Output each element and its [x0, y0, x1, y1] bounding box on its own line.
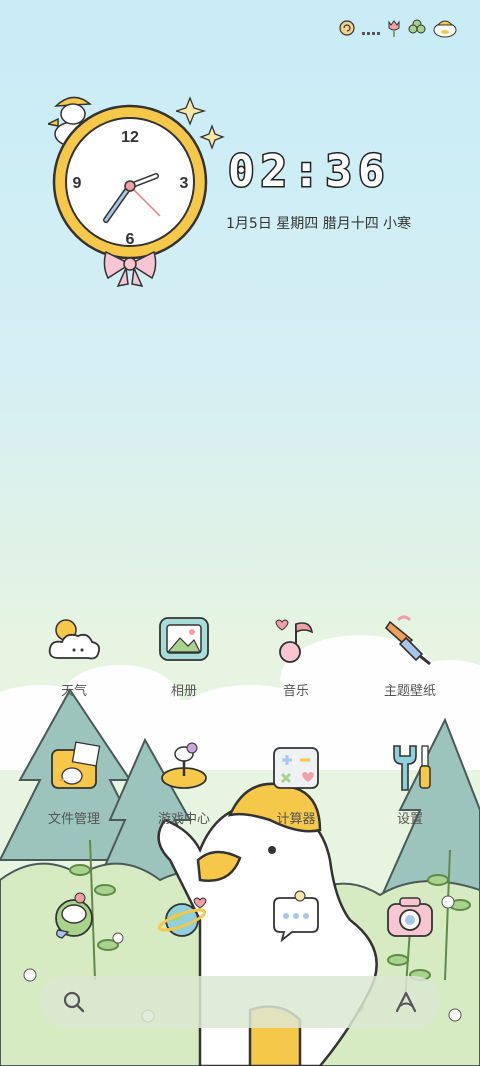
dock-phone[interactable]: [26, 888, 122, 948]
messages-bubble-icon: [273, 890, 319, 943]
app-game-center[interactable]: 游戏中心: [136, 738, 232, 827]
clover-icon: [408, 19, 426, 41]
app-music[interactable]: 音乐: [248, 610, 344, 699]
app-label: 设置: [396, 812, 423, 827]
assistant-icon[interactable]: [394, 990, 418, 1014]
sparkle-icon: [176, 96, 225, 150]
search-icon[interactable]: [62, 990, 86, 1014]
dock-browser[interactable]: [136, 888, 232, 948]
clock-numeral-3: 3: [180, 175, 189, 192]
clock-numeral-6: 6: [126, 231, 135, 248]
settings-tools-icon: [393, 745, 431, 791]
duck-face-icon: [432, 18, 458, 42]
clock-numeral-9: 9: [73, 175, 82, 192]
tulip-icon: [386, 19, 402, 41]
browser-planet-icon: [157, 897, 207, 937]
phone-duck-icon: [55, 892, 93, 939]
photo-album-icon: [159, 617, 209, 661]
app-files[interactable]: 文件管理: [26, 738, 122, 827]
date-text: 1月5日 星期四 腊月十四 小寒: [226, 216, 412, 232]
clock-numeral-12: 12: [121, 129, 139, 146]
game-joystick-icon: [161, 742, 207, 789]
app-calculator[interactable]: 计算器: [248, 738, 344, 827]
app-label: 游戏中心: [157, 812, 210, 827]
music-note-icon: [275, 619, 314, 663]
app-label: 音乐: [282, 684, 309, 699]
app-label: 主题壁纸: [383, 684, 436, 699]
app-label: 文件管理: [47, 812, 100, 827]
weather-cloud-sun-icon: [48, 619, 101, 660]
paint-brush-icon: [384, 615, 431, 666]
signal-dots-icon: [362, 21, 380, 40]
app-gallery[interactable]: 相册: [136, 610, 232, 699]
app-label: 相册: [170, 684, 197, 699]
swirl-icon: [338, 19, 356, 41]
app-label: 天气: [60, 684, 87, 699]
digital-time[interactable]: 02:36: [226, 145, 390, 199]
camera-icon: [387, 897, 433, 937]
calculator-icon: [273, 747, 319, 789]
dock-camera[interactable]: [362, 888, 458, 948]
search-bar[interactable]: [40, 976, 440, 1028]
app-settings[interactable]: 设置: [362, 738, 458, 827]
app-themes[interactable]: 主题壁纸: [362, 610, 458, 699]
dock-messages[interactable]: [248, 888, 344, 948]
app-label: 计算器: [276, 812, 316, 827]
status-bar: [338, 18, 458, 42]
app-weather[interactable]: 天气: [26, 610, 122, 699]
folder-duck-icon: [51, 741, 101, 789]
